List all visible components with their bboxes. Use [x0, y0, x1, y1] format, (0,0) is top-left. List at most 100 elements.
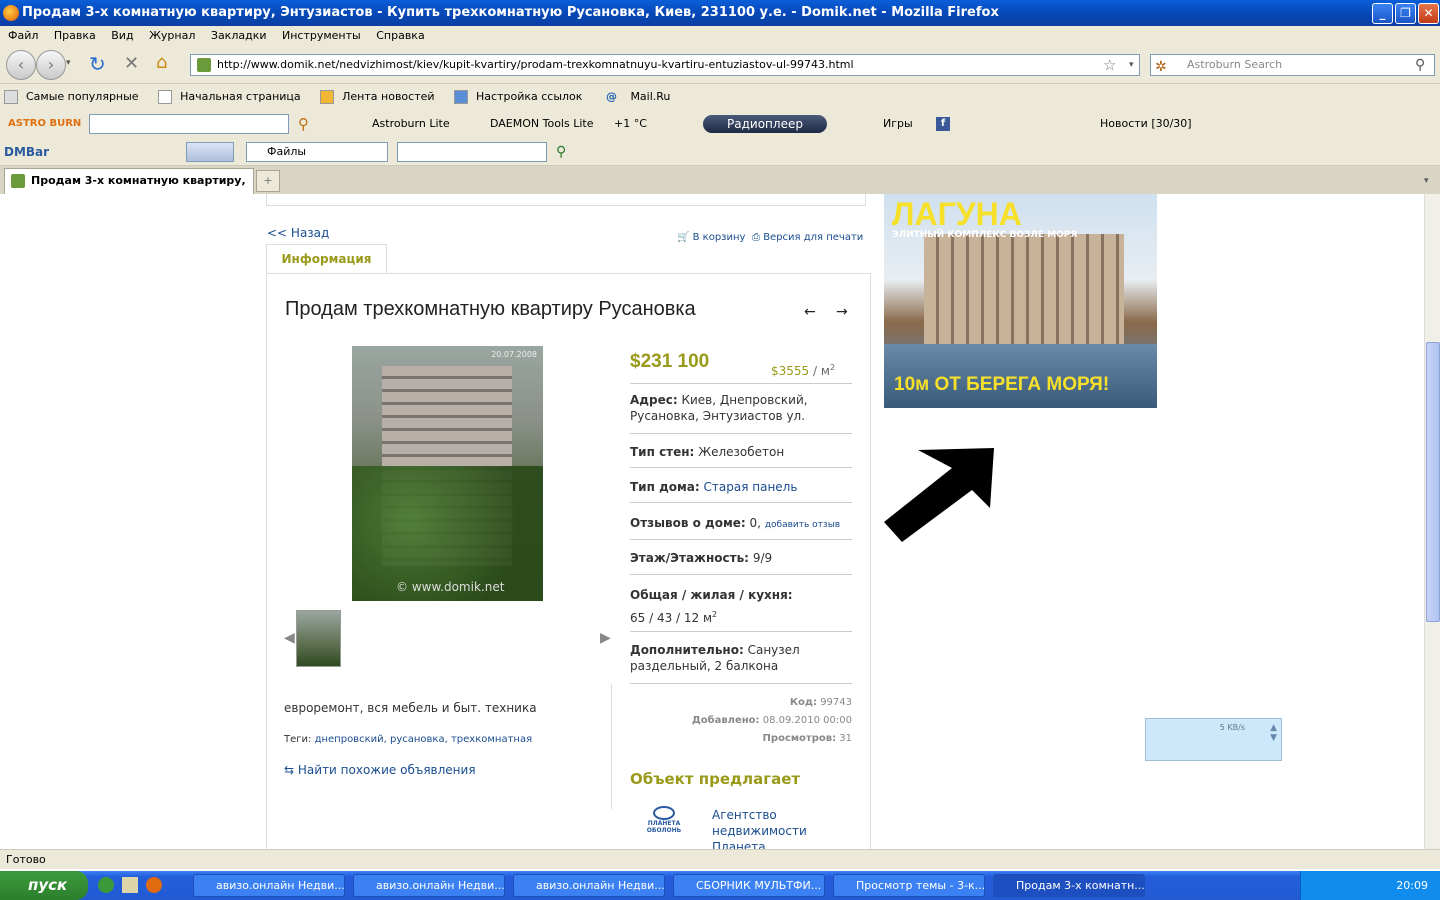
stop-icon[interactable]: ✕: [124, 53, 139, 74]
start-button[interactable]: пуск: [0, 871, 88, 900]
url-dropdown-icon[interactable]: ▾: [1129, 55, 1134, 75]
menu-edit[interactable]: Правка: [54, 29, 96, 42]
home-icon[interactable]: ⌂: [156, 52, 167, 73]
area-row: Общая / жилая / кухня: 65 / 43 / 12 м2: [630, 586, 852, 632]
search-go-icon[interactable]: ⚲: [1415, 55, 1425, 75]
clock[interactable]: 20:09: [1396, 879, 1428, 892]
tab-list-icon[interactable]: ▾: [1424, 170, 1440, 192]
taskbar-item[interactable]: СБОРНИК МУЛЬТФИ...: [673, 874, 825, 897]
tag-link[interactable]: днепровский,: [315, 734, 387, 745]
astroburn-toolbar: ASTRO BURN ⚲ Astroburn Lite DAEMON Tools…: [0, 110, 1440, 138]
astroburn-search-input[interactable]: [89, 114, 289, 134]
url-input[interactable]: http://www.domik.net/nedvizhimost/kiev/k…: [190, 54, 1140, 76]
minimize-button[interactable]: _: [1372, 3, 1393, 24]
bookmark-label: Самые популярные: [26, 90, 139, 103]
tab-information[interactable]: Информация: [266, 244, 387, 274]
url-text: http://www.domik.net/nedvizhimost/kiev/k…: [217, 58, 854, 71]
print-version-link[interactable]: ⎙ Версия для печати: [752, 232, 863, 243]
status-bar: Готово: [0, 849, 1440, 869]
taskbar-item[interactable]: авизо.онлайн Недви...: [513, 874, 665, 897]
photo-date: 20.07.2008: [491, 350, 537, 359]
thumb-next-icon[interactable]: ▶: [600, 630, 611, 646]
next-listing-arrow[interactable]: →: [836, 304, 848, 320]
menu-tools[interactable]: Инструменты: [282, 29, 361, 42]
listing-photo[interactable]: 20.07.2008 © www.domik.net: [352, 346, 543, 601]
daemon-tools-button[interactable]: DAEMON Tools Lite: [490, 110, 594, 138]
menu-help[interactable]: Справка: [376, 29, 424, 42]
vertical-scrollbar[interactable]: [1424, 194, 1440, 849]
tab-favicon-icon: [11, 174, 25, 188]
files-select[interactable]: Файлы: [246, 142, 388, 162]
weather-readout[interactable]: +1 °C: [614, 110, 647, 138]
search-placeholder: Astroburn Search: [1187, 58, 1283, 71]
back-icon[interactable]: ‹: [6, 50, 36, 80]
dmbar-search-icon[interactable]: ⚲: [556, 138, 566, 166]
ad-banner[interactable]: ЛАГУНА ЭЛИТНЫЙ КОМПЛЕКС ВОЗЛЕ МОРЯ 10м О…: [884, 194, 1157, 408]
maximize-button[interactable]: ❐: [1395, 3, 1416, 24]
tag-link[interactable]: русановка,: [390, 734, 448, 745]
speed-widget[interactable]: 5 KB/s ▲ ▼: [1145, 718, 1282, 761]
bookmark-settings[interactable]: Настройка ссылок: [454, 90, 588, 104]
agency-link[interactable]: Агентство недвижимости Планета Оболонь: [712, 807, 822, 849]
photo-watermark: © www.domik.net: [396, 580, 505, 594]
taskbar-item-active[interactable]: Продам 3-х комнатн...: [993, 874, 1145, 897]
tag-link[interactable]: трехкомнатная: [451, 734, 532, 745]
dmbar-button[interactable]: [186, 142, 234, 162]
bookmark-home[interactable]: Начальная страница: [158, 90, 307, 104]
dmbar-search-input[interactable]: [397, 142, 547, 162]
magnifier-icon[interactable]: ⚲: [298, 110, 309, 138]
bookmark-news[interactable]: Лента новостей: [320, 90, 440, 104]
area-value: 65 / 43 / 12 м: [630, 611, 713, 625]
search-engine-icon[interactable]: ✲: [1155, 57, 1167, 77]
speed-arrows-icon[interactable]: ▲ ▼: [1270, 723, 1277, 743]
add-to-cart-link[interactable]: 🛒 В корзину: [677, 232, 745, 243]
settings-icon: [454, 90, 469, 104]
bookmark-popular[interactable]: Самые популярные: [4, 90, 145, 104]
price-per-m2-value: $3555: [771, 364, 810, 378]
thumb-prev-icon[interactable]: ◀: [284, 630, 295, 646]
back-link[interactable]: << Назад: [267, 226, 329, 240]
menu-view[interactable]: Вид: [111, 29, 133, 42]
forward-icon[interactable]: ›: [36, 50, 66, 80]
news-button[interactable]: Новости [30/30]: [1100, 110, 1192, 138]
added-label: Добавлено:: [691, 715, 760, 726]
facebook-icon[interactable]: f: [936, 117, 950, 131]
files-select-value: Файлы: [267, 145, 307, 158]
quicklaunch-desktop-icon[interactable]: [122, 877, 138, 893]
menu-file[interactable]: Файл: [8, 29, 38, 42]
arrow-annotation-icon: [884, 448, 994, 542]
dmbar-logo[interactable]: DMBar: [4, 138, 49, 166]
menu-bookmarks[interactable]: Закладки: [211, 29, 267, 42]
quicklaunch-firefox-icon[interactable]: [146, 877, 162, 893]
close-button[interactable]: ✕: [1418, 3, 1439, 24]
reload-icon[interactable]: ↻: [89, 52, 106, 76]
similar-listings-link[interactable]: ⇆ Найти похожие объявления: [284, 763, 476, 777]
games-button[interactable]: Игры: [883, 110, 913, 138]
astroburn-lite-button[interactable]: Astroburn Lite: [372, 110, 450, 138]
address-label: Адрес:: [630, 393, 678, 407]
scrollbar-thumb[interactable]: [1426, 342, 1440, 622]
add-review-link[interactable]: добавить отзыв: [765, 520, 840, 530]
star-icon[interactable]: ☆: [1103, 55, 1116, 75]
astroburn-logo[interactable]: ASTRO BURN: [8, 110, 81, 138]
photo-thumbnail[interactable]: [296, 610, 341, 667]
radio-player-button[interactable]: Радиоплеер: [703, 115, 827, 133]
house-type-link[interactable]: Старая панель: [704, 480, 798, 494]
history-dropdown-icon[interactable]: ▾: [66, 58, 71, 68]
bookmark-mailru[interactable]: @ Mail.Ru: [602, 90, 676, 103]
agency-logo[interactable]: ПЛАНЕТА ОБОЛОНЬ: [630, 806, 698, 846]
taskbar-item[interactable]: авизо.онлайн Недви...: [193, 874, 345, 897]
taskbar-item[interactable]: Просмотр темы - 3-к...: [833, 874, 985, 897]
tags-label: Теги:: [284, 734, 312, 745]
code-value: 99743: [820, 697, 852, 708]
extra-row: Дополнительно: Санузел раздельный, 2 бал…: [630, 642, 852, 684]
new-tab-button[interactable]: +: [256, 170, 280, 192]
walls-value: Железобетон: [698, 445, 785, 459]
quicklaunch-utorrent-icon[interactable]: [98, 877, 114, 893]
prev-listing-arrow[interactable]: ←: [804, 304, 816, 320]
code-line: Код: 99743: [630, 694, 852, 712]
taskbar-item[interactable]: авизо.онлайн Недви...: [353, 874, 505, 897]
search-input[interactable]: ✲ Astroburn Search ⚲: [1150, 54, 1435, 76]
tab-active[interactable]: Продам 3-х комнатную квартиру, ...: [4, 168, 254, 211]
menu-history[interactable]: Журнал: [149, 29, 195, 42]
